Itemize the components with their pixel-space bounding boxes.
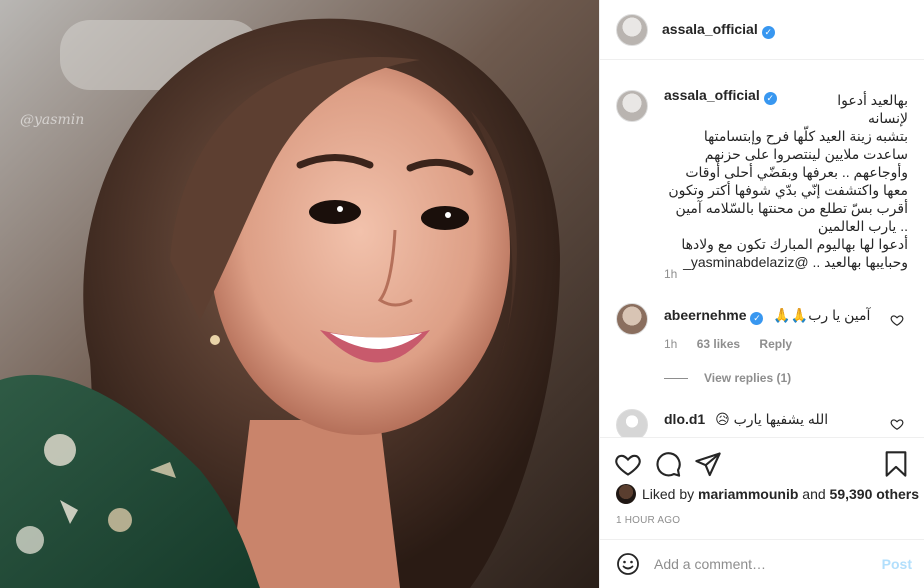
- caption-avatar[interactable]: [616, 90, 648, 122]
- author-username-text[interactable]: assala_official: [662, 21, 758, 37]
- caption-line: أقرب بسّ تطلع من محنتها بالسّلامه آمين: [675, 200, 908, 216]
- likes-count-link[interactable]: 59,390 others: [830, 486, 920, 502]
- caption-line: أدعوا لها بهاليوم المبارك تكون مع ولادها: [681, 236, 908, 252]
- add-comment-bar: Post: [600, 539, 924, 588]
- post-photo[interactable]: @yasmin: [0, 0, 599, 588]
- caption-text: بهالعيد أدعوا لإنسانه بتشبه زينة العيد ك…: [664, 91, 908, 271]
- comment-body: dlo.d1 الله يشفيها يارب 😥: [664, 411, 886, 428]
- commenter-avatar[interactable]: [616, 303, 648, 335]
- likes-prefix: Liked by: [642, 486, 695, 502]
- like-comment-heart-icon[interactable]: [890, 417, 904, 431]
- comment-meta: 1h 63 likes Reply: [664, 337, 792, 351]
- verified-badge-icon: ✓: [761, 25, 775, 39]
- like-comment-heart-icon[interactable]: [890, 313, 904, 327]
- heart-icon[interactable]: [614, 450, 642, 478]
- commenter-username[interactable]: abeernehme: [664, 307, 746, 323]
- commenter-username[interactable]: dlo.d1: [664, 411, 705, 427]
- post-header: assala_official ✓: [600, 0, 924, 60]
- caption-line: .. يارب العالمين: [817, 218, 908, 234]
- author-avatar[interactable]: [616, 13, 648, 46]
- comment-body: abeernehme ✓ آمين يا رب🙏🙏: [664, 307, 886, 325]
- caption-block: assala_official ✓ بهالعيد أدعوا لإنسانه ب…: [616, 87, 908, 297]
- caption-line: معها واكتشفت إنّي بدّي شوفها أكتر وتكون: [668, 182, 908, 198]
- caption-line: وأوجاعهم .. بعرفها وبقضّي أحلى أوقات: [685, 164, 908, 180]
- post-details-panel: assala_official ✓ assala_official ✓ بهالعي…: [599, 0, 924, 588]
- comments-list[interactable]: assala_official ✓ بهالعيد أدعوا لإنسانه ب…: [600, 61, 924, 437]
- comment-item: dlo.d1 الله يشفيها يارب 😥: [616, 405, 908, 437]
- post-timestamp[interactable]: 1 HOUR AGO: [616, 515, 680, 526]
- post-comment-button[interactable]: Post: [882, 556, 912, 572]
- liker-username[interactable]: mariammounib: [698, 486, 798, 502]
- likes-summary: Liked by mariammounib and 59,390 others: [616, 484, 919, 504]
- caption-line: بتشبه زينة العيد كلّها فرح وإبتسامتها: [703, 128, 908, 144]
- comment-item: abeernehme ✓ آمين يا رب🙏🙏 1h 63 likes Rep…: [616, 299, 908, 385]
- author-username[interactable]: assala_official ✓: [662, 21, 775, 39]
- reply-button[interactable]: Reply: [759, 337, 792, 351]
- comment-text: الله يشفيها يارب 😥: [715, 411, 829, 427]
- image-watermark: @yasmin: [20, 112, 85, 128]
- post-actions-bar: [600, 437, 924, 489]
- caption-time[interactable]: 1h: [664, 267, 677, 281]
- share-icon[interactable]: [694, 450, 722, 478]
- view-replies-label[interactable]: View replies (1): [704, 371, 791, 385]
- caption-line: ساعدت ملايين لينتصروا على حزنهم: [704, 146, 908, 162]
- replies-divider: [664, 378, 688, 380]
- comment-input[interactable]: [654, 556, 882, 572]
- likes-conjunction: and: [802, 486, 826, 502]
- portrait-image: [0, 0, 599, 588]
- bookmark-icon[interactable]: [882, 450, 910, 478]
- instagram-post-view: @yasmin assala_official ✓ assala_official…: [0, 0, 924, 588]
- verified-badge-icon: ✓: [750, 312, 764, 325]
- comment-time[interactable]: 1h: [664, 337, 677, 351]
- emoji-icon[interactable]: [616, 552, 640, 576]
- comment-text: آمين يا رب🙏🙏: [773, 307, 871, 323]
- comment-icon[interactable]: [654, 450, 682, 478]
- liker-avatar[interactable]: [616, 484, 636, 504]
- view-replies-button[interactable]: View replies (1): [664, 371, 791, 385]
- caption-line: وحبايبها بهالعيد .. @yasminabdelaziz_: [683, 254, 908, 270]
- caption-line: بهالعيد أدعوا لإنسانه: [837, 92, 908, 126]
- comment-like-count[interactable]: 63 likes: [697, 337, 740, 351]
- commenter-avatar[interactable]: [616, 409, 648, 437]
